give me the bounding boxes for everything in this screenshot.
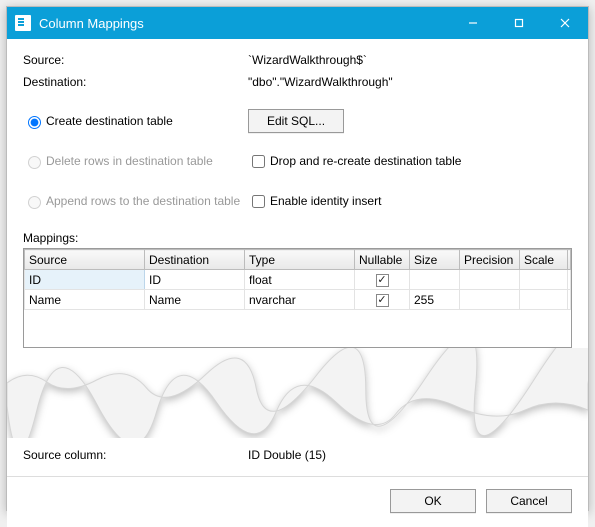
table-cell[interactable]: [460, 290, 520, 310]
col-spacer: [568, 250, 571, 270]
create-table-radio[interactable]: [28, 116, 41, 129]
title-bar: Column Mappings: [7, 7, 588, 39]
table-cell[interactable]: ID: [25, 270, 145, 290]
table-cell[interactable]: Name: [145, 290, 245, 310]
table-cell[interactable]: [568, 270, 571, 290]
ok-button[interactable]: OK: [390, 489, 476, 513]
destination-label: Destination:: [23, 75, 248, 89]
create-table-label: Create destination table: [46, 114, 173, 128]
table-cell[interactable]: [520, 290, 568, 310]
maximize-button[interactable]: [496, 7, 542, 39]
table-cell[interactable]: [460, 270, 520, 290]
delete-rows-radio: [28, 156, 41, 169]
delete-rows-label: Delete rows in destination table: [46, 154, 213, 168]
col-scale[interactable]: Scale: [520, 250, 568, 270]
col-source[interactable]: Source: [25, 250, 145, 270]
table-row[interactable]: IDIDfloat: [25, 270, 571, 290]
table-cell[interactable]: ID: [145, 270, 245, 290]
enable-identity-checkbox[interactable]: [252, 195, 265, 208]
drop-recreate-label: Drop and re-create destination table: [270, 154, 461, 168]
append-rows-radio: [28, 196, 41, 209]
table-cell[interactable]: 255: [410, 290, 460, 310]
app-icon: [15, 15, 31, 31]
table-row[interactable]: NameNamenvarchar255: [25, 290, 571, 310]
col-size[interactable]: Size: [410, 250, 460, 270]
source-label: Source:: [23, 53, 248, 67]
table-cell[interactable]: [355, 290, 410, 310]
window-title: Column Mappings: [39, 16, 450, 31]
nullable-checkbox[interactable]: [376, 274, 389, 287]
mappings-label: Mappings:: [23, 231, 572, 245]
col-destination[interactable]: Destination: [145, 250, 245, 270]
edit-sql-button[interactable]: Edit SQL...: [248, 109, 344, 133]
table-cell[interactable]: Name: [25, 290, 145, 310]
col-nullable[interactable]: Nullable: [355, 250, 410, 270]
source-value: `WizardWalkthrough$`: [248, 53, 367, 67]
nullable-checkbox[interactable]: [376, 294, 389, 307]
table-cell[interactable]: float: [245, 270, 355, 290]
cancel-button[interactable]: Cancel: [486, 489, 572, 513]
table-cell[interactable]: [568, 290, 571, 310]
enable-identity-label: Enable identity insert: [270, 194, 381, 208]
grid-header-row: Source Destination Type Nullable Size Pr…: [25, 250, 571, 270]
source-column-value: ID Double (15): [248, 448, 326, 462]
torn-edge-graphic: [7, 348, 588, 438]
close-button[interactable]: [542, 7, 588, 39]
minimize-button[interactable]: [450, 7, 496, 39]
col-type[interactable]: Type: [245, 250, 355, 270]
append-rows-label: Append rows to the destination table: [46, 194, 240, 208]
drop-recreate-checkbox[interactable]: [252, 155, 265, 168]
col-precision[interactable]: Precision: [460, 250, 520, 270]
table-cell[interactable]: [355, 270, 410, 290]
table-cell[interactable]: [520, 270, 568, 290]
destination-value: "dbo"."WizardWalkthrough": [248, 75, 393, 89]
mappings-grid[interactable]: Source Destination Type Nullable Size Pr…: [23, 248, 572, 348]
table-cell[interactable]: [410, 270, 460, 290]
source-column-label: Source column:: [23, 448, 248, 462]
table-cell[interactable]: nvarchar: [245, 290, 355, 310]
